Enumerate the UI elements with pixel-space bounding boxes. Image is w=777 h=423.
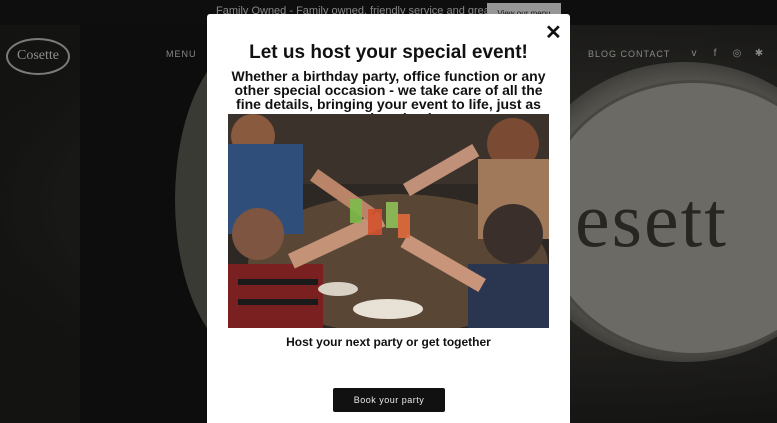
modal-title: Let us host your special event!: [249, 42, 528, 63]
photo-caption: Host your next party or get together: [286, 335, 491, 349]
party-photo-illustration: [228, 114, 549, 328]
close-icon[interactable]: ✕: [545, 23, 562, 43]
book-party-button[interactable]: Book your party: [333, 388, 445, 412]
party-photo: [228, 114, 549, 328]
event-modal: ✕ Let us host your special event! Whethe…: [207, 14, 570, 423]
